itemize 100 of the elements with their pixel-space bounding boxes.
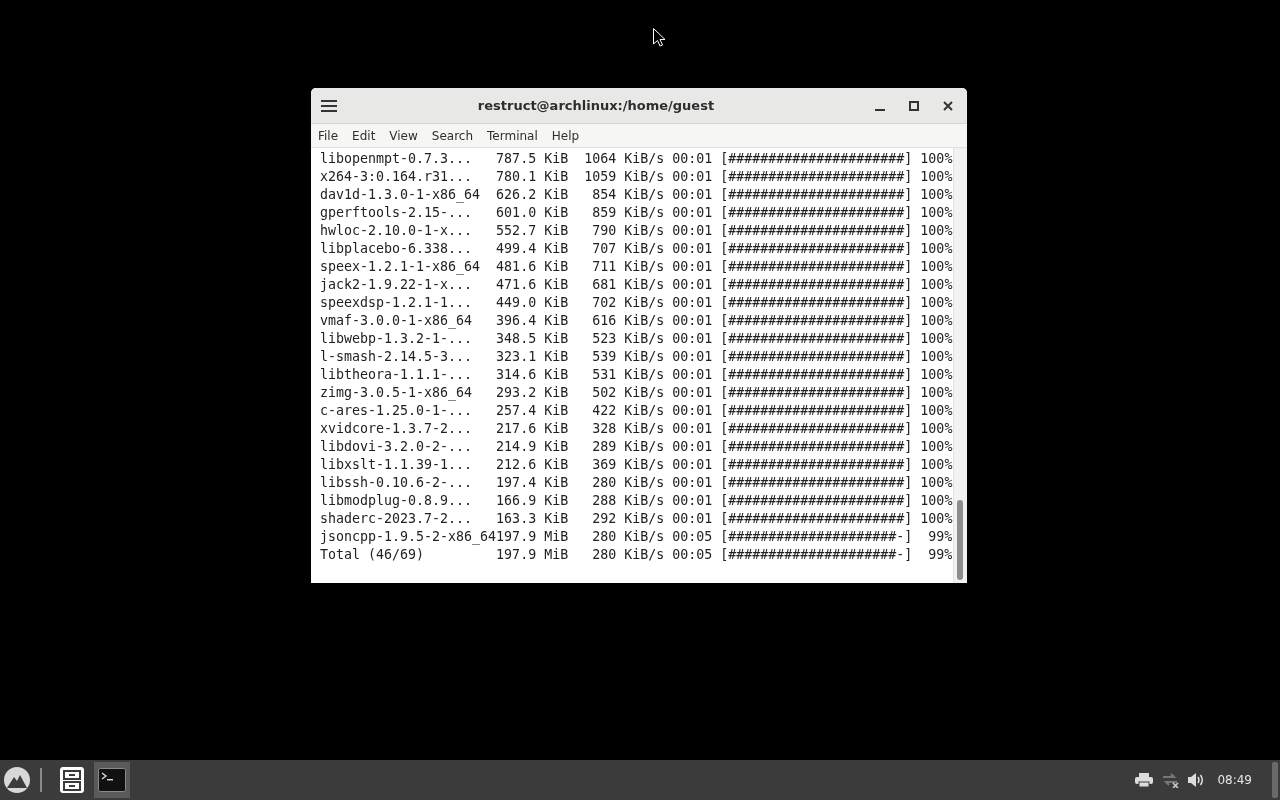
package-name: libplacebo-6.338... bbox=[320, 240, 474, 258]
printer-icon[interactable] bbox=[1135, 772, 1154, 788]
elapsed-time: 00:01 bbox=[671, 348, 713, 366]
file-size: 197.9 MiB bbox=[496, 528, 569, 544]
transfer-rate: 707 KiB/s bbox=[591, 240, 665, 258]
file-size: 780.1 KiB bbox=[496, 168, 569, 186]
elapsed-time: 00:01 bbox=[671, 186, 713, 204]
progress-bar-text: [######################] bbox=[719, 384, 913, 402]
progress-bar-text: [######################] bbox=[719, 402, 913, 420]
elapsed-time: 00:01 bbox=[671, 474, 713, 492]
menu-item[interactable]: Terminal bbox=[482, 126, 543, 145]
file-size: 552.7 KiB bbox=[496, 222, 569, 240]
file-size: 499.4 KiB bbox=[496, 240, 569, 258]
progress-bar-text: [######################] bbox=[719, 348, 913, 366]
volume-icon[interactable] bbox=[1187, 772, 1206, 788]
percent-text: 100% bbox=[919, 384, 953, 402]
package-name: l-smash-2.14.5-3... bbox=[320, 348, 474, 366]
percent-text: 100% bbox=[919, 168, 953, 186]
transfer-rate: 289 KiB/s bbox=[591, 438, 665, 456]
elapsed-time: 00:01 bbox=[671, 438, 713, 456]
package-name: c-ares-1.25.0-1-... bbox=[320, 402, 474, 420]
file-size: 601.0 KiB bbox=[496, 204, 569, 222]
progress-bar-text: [######################] bbox=[719, 312, 913, 330]
transfer-rate: 854 KiB/s bbox=[591, 186, 665, 204]
scrollbar[interactable] bbox=[953, 148, 967, 583]
file-size: 481.6 KiB bbox=[496, 258, 569, 276]
package-name: dav1d-1.3.0-1-x86_64 bbox=[320, 186, 482, 204]
progress-bar-text: [######################] bbox=[719, 294, 913, 312]
percent-text: 100% bbox=[919, 510, 953, 528]
transfer-rate: 523 KiB/s bbox=[591, 330, 665, 348]
transfer-rate: 531 KiB/s bbox=[591, 366, 665, 384]
transfer-rate: 292 KiB/s bbox=[591, 510, 665, 528]
file-size: 787.5 KiB bbox=[496, 150, 569, 168]
progress-bar-text: [#####################-] bbox=[719, 546, 913, 564]
package-name: speex-1.2.1-1-x86_64 bbox=[320, 258, 482, 276]
menu-item[interactable]: File bbox=[313, 126, 344, 145]
network-disconnected-icon[interactable] bbox=[1161, 772, 1180, 788]
logo-icon[interactable] bbox=[2, 765, 32, 795]
terminal-button[interactable] bbox=[94, 762, 130, 798]
file-size: 212.6 KiB bbox=[496, 456, 569, 474]
file-size: 197.9 MiB bbox=[496, 546, 569, 564]
elapsed-time: 00:01 bbox=[671, 240, 713, 258]
package-name: shaderc-2023.7-2... bbox=[320, 510, 474, 528]
progress-bar-text: [######################] bbox=[719, 258, 913, 276]
elapsed-time: 00:01 bbox=[671, 510, 713, 528]
transfer-rate: 1064 KiB/s bbox=[583, 150, 665, 168]
percent-text: 100% bbox=[919, 276, 953, 294]
package-name: hwloc-2.10.0-1-x... bbox=[320, 222, 474, 240]
package-name: libopenmpt-0.7.3... bbox=[320, 150, 474, 168]
menu-icon[interactable] bbox=[321, 98, 337, 113]
elapsed-time: 00:01 bbox=[671, 294, 713, 312]
package-name: vmaf-3.0.0-1-x86_64 bbox=[320, 312, 474, 330]
file-size: 217.6 KiB bbox=[496, 420, 569, 438]
menu-item[interactable]: Edit bbox=[347, 126, 381, 145]
transfer-rate: 328 KiB/s bbox=[591, 420, 665, 438]
elapsed-time: 00:01 bbox=[671, 258, 713, 276]
menu-item[interactable]: Help bbox=[546, 126, 585, 145]
menu-item[interactable]: Search bbox=[426, 126, 479, 145]
file-size: 449.0 KiB bbox=[496, 294, 569, 312]
package-name: speexdsp-1.2.1-1... bbox=[320, 294, 474, 312]
elapsed-time: 00:05 bbox=[671, 546, 713, 564]
maximize-icon[interactable] bbox=[909, 100, 919, 111]
elapsed-time: 00:01 bbox=[671, 312, 713, 330]
package-name: jack2-1.9.22-1-x... bbox=[320, 276, 474, 294]
percent-text: 100% bbox=[919, 222, 953, 240]
elapsed-time: 00:01 bbox=[671, 456, 713, 474]
file-size: 214.9 KiB bbox=[496, 438, 569, 456]
file-size: 323.1 KiB bbox=[496, 348, 569, 366]
percent-text: 100% bbox=[919, 474, 953, 492]
close-icon[interactable] bbox=[943, 100, 953, 111]
clock[interactable]: 08:49 bbox=[1217, 773, 1252, 787]
transfer-rate: 616 KiB/s bbox=[591, 312, 665, 330]
elapsed-time: 00:05 bbox=[671, 528, 713, 546]
transfer-rate: 280 KiB/s bbox=[591, 528, 665, 546]
transfer-rate: 681 KiB/s bbox=[591, 276, 665, 294]
file-size: 626.2 KiB bbox=[496, 186, 569, 204]
scrollbar-thumb[interactable] bbox=[957, 500, 963, 580]
percent-text: 100% bbox=[919, 456, 953, 474]
package-name: xvidcore-1.3.7-2... bbox=[320, 420, 474, 438]
percent-text: 100% bbox=[919, 492, 953, 510]
panel-handle[interactable] bbox=[1272, 762, 1278, 798]
transfer-rate: 502 KiB/s bbox=[591, 384, 665, 402]
file-size: 163.3 KiB bbox=[496, 510, 569, 528]
transfer-rate: 790 KiB/s bbox=[591, 222, 665, 240]
progress-bar-text: [######################] bbox=[719, 204, 913, 222]
elapsed-time: 00:01 bbox=[671, 420, 713, 438]
package-name: libmodplug-0.8.9... bbox=[320, 492, 474, 510]
package-name: zimg-3.0.5-1-x86_64 bbox=[320, 384, 474, 402]
window-title: restruct@archlinux:/home/guest bbox=[476, 98, 716, 113]
elapsed-time: 00:01 bbox=[671, 276, 713, 294]
elapsed-time: 00:01 bbox=[671, 492, 713, 510]
progress-bar-text: [######################] bbox=[719, 492, 913, 510]
elapsed-time: 00:01 bbox=[671, 330, 713, 348]
percent-text: 99% bbox=[927, 528, 953, 546]
percent-text: 99% bbox=[927, 546, 953, 564]
menu-item[interactable]: View bbox=[384, 126, 423, 145]
elapsed-time: 00:01 bbox=[671, 168, 713, 186]
percent-text: 100% bbox=[919, 312, 953, 330]
package-name: libxslt-1.1.39-1... bbox=[320, 456, 474, 474]
progress-bar-text: [######################] bbox=[719, 474, 913, 492]
